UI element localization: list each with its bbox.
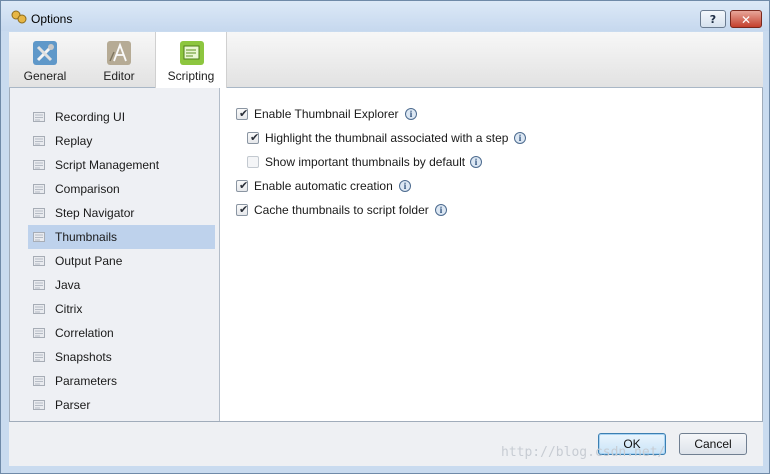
close-button[interactable]: ✕ [730,10,762,28]
checkmark-icon: ✔ [250,131,260,144]
sidebar-item-label: Output Pane [55,254,123,268]
node-icon [33,352,45,362]
node-icon [33,328,45,338]
node-icon [33,208,45,218]
option-label: Enable Thumbnail Explorer [254,107,399,121]
sidebar-item-label: Script Management [55,158,160,172]
sidebar-item-label: Parameters [55,374,118,388]
settings-panel: Recording UI Replay Script Management Co… [9,88,763,422]
node-icon [33,184,45,194]
sidebar-item-comparison[interactable]: Comparison [28,177,215,201]
script-icon [180,41,204,65]
sidebar-item-label: Step Navigator [55,206,135,220]
help-button[interactable]: ? [700,10,726,28]
tab-scripting-label: Scripting [167,69,215,83]
node-icon [33,136,45,146]
title-bar[interactable]: Options ? ✕ [1,1,769,31]
info-icon[interactable]: i [470,156,482,168]
cancel-button[interactable]: Cancel [679,433,747,455]
tools-icon [33,41,57,65]
sidebar-item-thumbnails[interactable]: Thumbnails [28,225,215,249]
node-icon [33,280,45,290]
checkmark-icon: ✔ [239,179,249,192]
node-icon [33,304,45,314]
node-icon [33,232,45,242]
sidebar-item-parser[interactable]: Parser [28,393,215,417]
sidebar-item-label: Recording UI [55,110,126,124]
option-label: Show important thumbnails by default [265,155,466,169]
checkmark-icon: ✔ [239,107,249,120]
sidebar-item-label: Java [55,278,81,292]
sidebar-item-label: Correlation [55,326,114,340]
sidebar-item-snapshots[interactable]: Snapshots [28,345,215,369]
sidebar: Recording UI Replay Script Management Co… [10,88,220,421]
tab-general[interactable]: General [9,32,81,87]
sidebar-item-label: Replay [55,134,93,148]
watermark: http://blog.csdn.net/ [501,445,666,460]
node-icon [33,160,45,170]
node-icon [33,112,45,122]
app-logo-icon [11,10,27,24]
option-label: Cache thumbnails to script folder [254,203,429,217]
cache-thumbnails-checkbox[interactable]: ✔ [236,204,248,216]
checkmark-icon: ✔ [239,203,249,216]
options-dialog: Options ? ✕ General Editor Scripting Rec… [0,0,770,474]
info-icon[interactable]: i [514,132,526,144]
sidebar-item-java[interactable]: Java [28,273,215,297]
show-important-thumbnails-checkbox[interactable] [247,156,259,168]
category-tabs: General Editor Scripting [9,32,763,88]
sidebar-item-output-pane[interactable]: Output Pane [28,249,215,273]
option-label: Highlight the thumbnail associated with … [265,131,509,145]
highlight-thumbnail-checkbox[interactable]: ✔ [247,132,259,144]
tab-editor-label: Editor [103,69,135,83]
tab-editor[interactable]: Editor [83,32,155,87]
window-title: Options [31,12,73,26]
enable-automatic-creation-checkbox[interactable]: ✔ [236,180,248,192]
sidebar-item-label: Parser [55,398,91,412]
node-icon [33,256,45,266]
option-label: Enable automatic creation [254,179,393,193]
sidebar-item-step-navigator[interactable]: Step Navigator [28,201,215,225]
sidebar-item-replay[interactable]: Replay [28,129,215,153]
sidebar-item-parameters[interactable]: Parameters [28,369,215,393]
info-icon[interactable]: i [405,108,417,120]
sidebar-item-correlation[interactable]: Correlation [28,321,215,345]
sidebar-item-label: Comparison [55,182,120,196]
sidebar-item-label: Thumbnails [55,230,118,244]
info-icon[interactable]: i [435,204,447,216]
sidebar-item-recording-ui[interactable]: Recording UI [28,105,215,129]
tab-scripting[interactable]: Scripting [155,32,227,88]
sidebar-item-script-management[interactable]: Script Management [28,153,215,177]
enable-thumbnail-explorer-checkbox[interactable]: ✔ [236,108,248,120]
sidebar-item-label: Snapshots [55,350,112,364]
info-icon[interactable]: i [399,180,411,192]
tab-general-label: General [23,69,67,83]
sidebar-item-label: Citrix [55,302,83,316]
node-icon [33,400,45,410]
sidebar-item-citrix[interactable]: Citrix [28,297,215,321]
node-icon [33,376,45,386]
font-icon [107,41,131,65]
